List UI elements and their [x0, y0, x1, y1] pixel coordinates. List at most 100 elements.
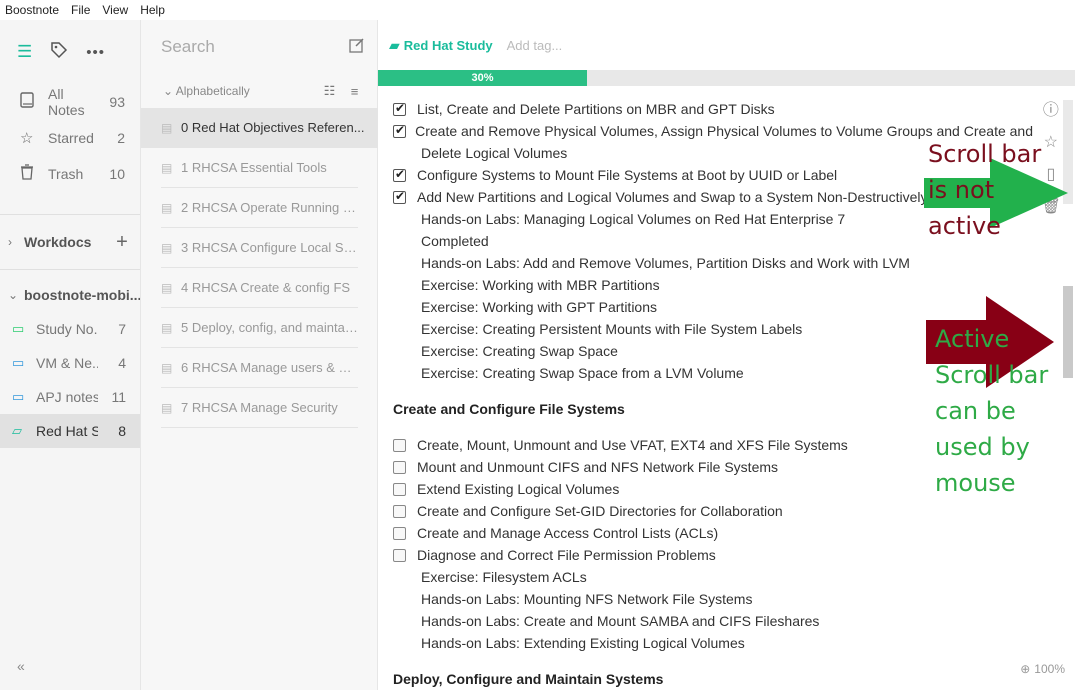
note-item[interactable]: ▤ 3 RHCSA Configure Local Sto...: [161, 228, 358, 268]
storage-workdocs[interactable]: › Workdocs +: [0, 225, 140, 259]
new-note-icon[interactable]: [337, 37, 377, 58]
zoom-icon: ⊕: [1020, 662, 1031, 676]
note-item[interactable]: ▤ 1 RHCSA Essential Tools: [161, 148, 358, 188]
checked-box-icon: [393, 123, 406, 138]
menu-view[interactable]: View: [96, 3, 134, 17]
menu-app[interactable]: Boostnote: [0, 3, 65, 17]
divider: [0, 269, 140, 270]
folder-red-hat-study[interactable]: ▱ Red Hat S... 8: [0, 414, 140, 448]
task-checkbox[interactable]: [393, 123, 415, 138]
task-text: Add New Partitions and Logical Volumes a…: [417, 189, 928, 205]
zoom-control[interactable]: ⊕ 100%: [1020, 662, 1065, 676]
add-tag-input[interactable]: Add tag...: [507, 38, 563, 53]
note-item[interactable]: ▤ 7 RHCSA Manage Security: [161, 388, 358, 428]
scrollbar-thumb[interactable]: [1063, 286, 1073, 378]
layout-cards-icon[interactable]: ☷: [317, 83, 342, 99]
task-text: Diagnose and Correct File Permission Pro…: [417, 547, 716, 563]
sidebar-item-all-notes[interactable]: All Notes 93: [0, 84, 140, 120]
note-item[interactable]: ▤ 5 Deploy, config, and maintai...: [161, 308, 358, 348]
menu-help[interactable]: Help: [134, 3, 171, 17]
note-item[interactable]: ▤ 2 RHCSA Operate Running S...: [161, 188, 358, 228]
folder-label: Study No...: [36, 321, 98, 337]
task-item: Diagnose and Correct File Permission Pro…: [393, 544, 1033, 566]
task-checkbox[interactable]: [393, 526, 417, 540]
folder-count: 7: [118, 321, 126, 337]
chevron-right-icon: ›: [8, 235, 12, 249]
task-checkbox[interactable]: [393, 548, 417, 562]
sub-item: Exercise: Filesystem ACLs: [421, 569, 587, 585]
storage-boostnote-mobile[interactable]: ⌄ boostnote-mobi...: [0, 278, 140, 312]
sidebar-item-label: All Notes: [48, 86, 85, 118]
sidebar-item-label: Starred: [48, 130, 94, 146]
menu-file[interactable]: File: [65, 3, 96, 17]
notes-list-icon[interactable]: ☰: [17, 42, 32, 62]
star-icon[interactable]: ☆: [1044, 132, 1058, 152]
sidebar-item-trash[interactable]: Trash 10: [0, 156, 140, 192]
sidebar: ☰ ••• All Notes 93 ☆ Starred 2 Trash 10 …: [0, 20, 141, 690]
folder-study-notes[interactable]: ▭ Study No... 7: [0, 312, 140, 346]
task-item: Create and Manage Access Control Lists (…: [393, 522, 1033, 544]
sidebar-toolbar: ☰ •••: [0, 20, 140, 84]
task-checkbox[interactable]: [393, 438, 417, 452]
zoom-level: 100%: [1034, 662, 1065, 676]
divider: [0, 214, 140, 215]
task-text: Create and Configure Set-GID Directories…: [417, 503, 783, 519]
note-icon: ▤: [161, 160, 173, 175]
folder-icon: ▭: [12, 321, 25, 336]
note-item[interactable]: ▤ 0 Red Hat Objectives Referen...: [141, 108, 378, 148]
note-item[interactable]: ▤ 6 RHCSA Manage users & Gr...: [161, 348, 358, 388]
note-item[interactable]: ▤ 4 RHCSA Create & config FS: [161, 268, 358, 308]
task-checkbox[interactable]: [393, 189, 417, 204]
note-title: 2 RHCSA Operate Running S...: [181, 200, 358, 215]
sort-select[interactable]: ⌄ Alphabetically: [163, 84, 317, 98]
folder-apj-notes[interactable]: ▭ APJ notes 11: [0, 380, 140, 414]
tag-icon[interactable]: [50, 41, 68, 64]
sidebar-item-count: 93: [109, 94, 125, 110]
task-text: Create and Manage Access Control Lists (…: [417, 525, 719, 541]
editor-header: ▰ Red Hat Study Add tag...: [378, 20, 1075, 70]
progress-fill: 30%: [378, 70, 588, 86]
task-item: Create and Configure Set-GID Directories…: [393, 500, 1033, 522]
folder-icon: ▭: [12, 355, 25, 370]
unchecked-box-icon: [393, 438, 406, 452]
folder-icon: ▰: [389, 36, 400, 53]
task-checkbox[interactable]: [393, 167, 417, 182]
note-folder-link[interactable]: Red Hat Study: [404, 38, 493, 53]
sub-item: Hands-on Labs: Add and Remove Volumes, P…: [421, 255, 910, 271]
task-text: Mount and Unmount CIFS and NFS Network F…: [417, 459, 779, 475]
collapse-sidebar-icon[interactable]: «: [17, 658, 25, 674]
task-text: Configure Systems to Mount File Systems …: [417, 167, 838, 183]
folder-icon: ▭: [12, 389, 25, 404]
note-icon: ▤: [161, 240, 173, 255]
more-icon[interactable]: •••: [86, 44, 105, 61]
trash-icon: [20, 164, 48, 184]
checked-box-icon: [393, 189, 406, 204]
unchecked-box-icon: [393, 526, 406, 540]
task-checkbox[interactable]: [393, 101, 417, 116]
star-icon: ☆: [20, 130, 34, 147]
task-item: List, Create and Delete Partitions on MB…: [393, 98, 1033, 120]
sidebar-item-starred[interactable]: ☆ Starred 2: [0, 120, 140, 156]
note-title: 3 RHCSA Configure Local Sto...: [181, 240, 358, 255]
note-icon: ▤: [161, 120, 173, 135]
task-checkbox[interactable]: [393, 460, 417, 474]
layout-list-icon[interactable]: ≡: [342, 84, 367, 99]
search-input[interactable]: Search: [161, 37, 337, 57]
task-checkbox[interactable]: [393, 482, 417, 496]
annotation-inactive-scrollbar: Scroll bar is not active: [928, 140, 1042, 240]
unchecked-box-icon: [393, 482, 406, 496]
folder-label: APJ notes: [36, 389, 98, 405]
folder-label: VM & Ne...: [36, 355, 98, 371]
checked-box-icon: [393, 167, 406, 182]
add-folder-icon[interactable]: +: [104, 231, 140, 254]
storage-label: boostnote-mobi...: [24, 287, 140, 303]
sidebar-item-count: 10: [109, 166, 125, 182]
sort-label: Alphabetically: [175, 84, 250, 98]
folder-vm-network[interactable]: ▭ VM & Ne... 4: [0, 346, 140, 380]
note-icon: ▤: [161, 280, 173, 295]
sub-item: Hands-on Labs: Extending Existing Logica…: [421, 635, 745, 651]
info-icon[interactable]: ⓘ: [1043, 96, 1059, 120]
note-title: 0 Red Hat Objectives Referen...: [181, 120, 365, 135]
task-checkbox[interactable]: [393, 504, 417, 518]
